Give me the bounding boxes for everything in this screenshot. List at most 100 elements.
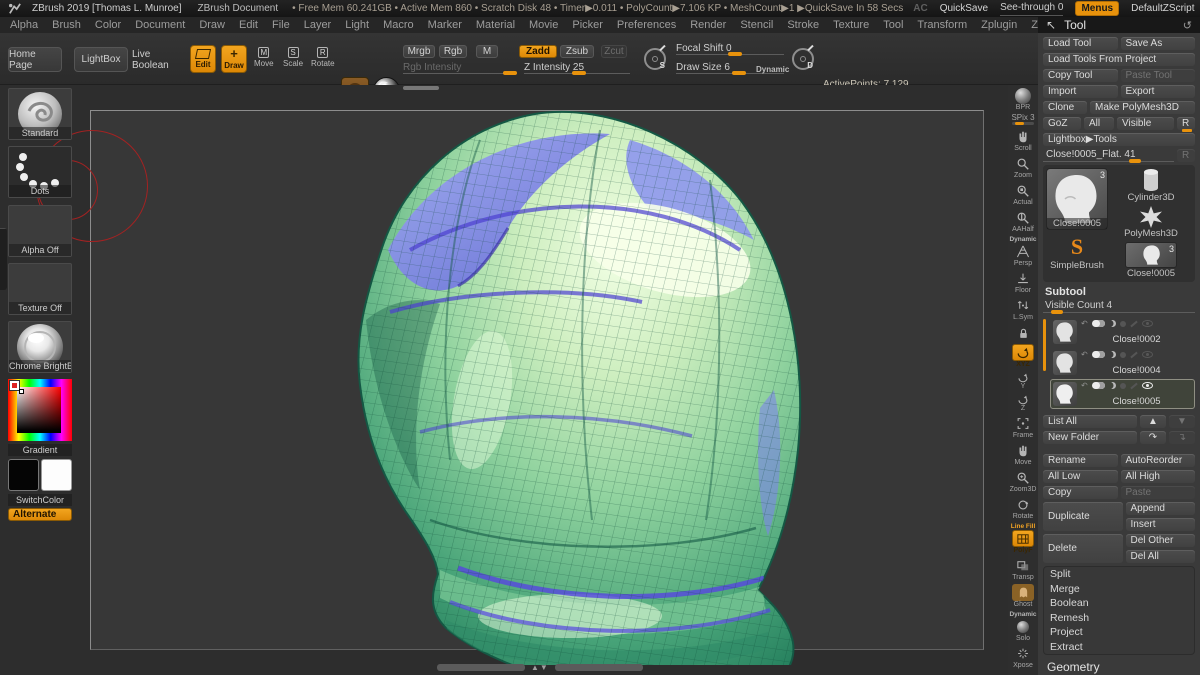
menu-item-edit[interactable]: Edit [239,19,258,31]
subtool-row[interactable]: ↶ Close!0002 [1050,317,1195,347]
autoreorder-button[interactable]: AutoReorder [1121,454,1196,467]
zadd-toggle[interactable]: Zadd [519,45,557,58]
close0005-tool[interactable]: 3 Close!0005 [1110,242,1192,279]
rgb-toggle[interactable]: Rgb [439,45,467,58]
aahalf-button[interactable]: AAHalf [1012,209,1034,233]
menu-item-preferences[interactable]: Preferences [617,19,676,31]
del-other-button[interactable]: Del Other [1126,534,1196,547]
subtool-row[interactable]: ↶ Close!0004 [1050,348,1195,378]
panel-reset-icon[interactable]: ↺ [1183,19,1192,32]
alpha-tile[interactable]: Alpha Off [8,205,72,257]
simplebrush-tool[interactable]: S SimpleBrush [1046,234,1108,271]
draw-button[interactable]: + Draw [221,45,247,73]
remesh-button[interactable]: Remesh [1044,611,1194,626]
material-tile[interactable]: Chrome BrightBl [8,321,72,373]
divider-bar-left[interactable] [437,664,525,671]
transp-button[interactable]: Transp [1012,557,1034,581]
flat-slider-handle[interactable] [1129,159,1141,163]
menu-item-stencil[interactable]: Stencil [740,19,773,31]
paste-tool-button[interactable]: Paste Tool [1121,69,1196,82]
zcut-toggle[interactable]: Zcut [601,45,627,58]
polymesh3d-tool[interactable]: PolyMesh3D [1110,206,1192,239]
pen-toggle-icon[interactable] [1130,351,1137,358]
current-stroke-tile[interactable]: Dots [8,146,72,198]
all-high-button[interactable]: All High [1121,470,1196,483]
bpr-button[interactable]: BPR [1012,87,1034,111]
menu-item-transform[interactable]: Transform [917,19,967,31]
subtool-drag-icon[interactable]: ↶ [1081,320,1088,328]
zoom3d-button[interactable]: Zoom3D [1010,469,1037,493]
polypaint-toggle-icon[interactable] [1092,351,1105,358]
menu-item-document[interactable]: Document [135,19,185,31]
polypaint-toggle-icon[interactable] [1092,320,1105,327]
draw-size-handle[interactable] [732,71,746,75]
subtool-row-selected[interactable]: ↶ Close!0005 [1050,379,1195,409]
frame-button[interactable]: Frame [1012,415,1034,439]
new-folder-button[interactable]: New Folder [1043,431,1137,444]
z-intensity-handle[interactable] [572,71,586,75]
m-toggle[interactable]: M [476,45,498,58]
focal-shift-slider[interactable]: Focal Shift 0 [676,43,784,55]
canvas-bottom-divider[interactable]: ▲▼ [437,663,643,672]
move-to-folder-button[interactable]: ↷ [1140,431,1166,444]
sphere-toggle-icon[interactable] [1120,321,1126,327]
subtool-drag-icon[interactable]: ↶ [1081,382,1088,390]
local-pivot-button[interactable] [1012,324,1034,341]
crescent-icon[interactable] [1109,351,1116,358]
xpose-button[interactable]: Xpose [1012,645,1034,669]
visibility-eye-icon[interactable] [1142,320,1153,327]
copy-button[interactable]: Copy [1043,486,1118,499]
alternate-button[interactable]: Alternate [8,508,72,521]
split-button[interactable]: Split [1044,567,1194,582]
goz-button[interactable]: GoZ [1043,117,1081,130]
defaultzscript-button[interactable]: DefaultZScript [1131,3,1194,14]
subtool-section-title[interactable]: Subtool [1045,286,1195,298]
edit-button[interactable]: Edit [190,45,216,73]
scale-button[interactable]: S Scale [283,47,303,68]
home-page-button[interactable]: Home Page [8,47,62,72]
rotate-nav-button[interactable]: Rotate [1012,496,1034,520]
merge-button[interactable]: Merge [1044,582,1194,597]
export-button[interactable]: Export [1121,85,1196,98]
boolean-button[interactable]: Boolean [1044,596,1194,611]
menu-item-movie[interactable]: Movie [529,19,558,31]
rotate-y-button[interactable]: Y [1012,371,1034,390]
panel-back-icon[interactable]: ↖ [1046,18,1056,32]
z-intensity-slider[interactable]: Z Intensity 25 [524,62,630,74]
menu-item-file[interactable]: File [272,19,290,31]
visibility-eye-icon[interactable] [1142,382,1153,389]
lightbox-tools-button[interactable]: Lightbox▶Tools [1043,133,1195,146]
menu-item-picker[interactable]: Picker [572,19,603,31]
zsub-toggle[interactable]: Zsub [560,45,594,58]
sphere-toggle-icon[interactable] [1120,383,1126,389]
rotate-z-button[interactable]: Z [1012,393,1034,412]
menu-item-texture[interactable]: Texture [833,19,869,31]
insert-button[interactable]: Insert [1126,518,1196,531]
crescent-icon[interactable] [1109,382,1116,389]
move-button[interactable]: M Move [254,47,274,68]
all-low-button[interactable]: All Low [1043,470,1118,483]
menu-item-render[interactable]: Render [690,19,726,31]
menu-item-marker[interactable]: Marker [428,19,462,31]
rgb-intensity-slider[interactable]: Rgb Intensity [403,62,517,74]
menu-item-brush[interactable]: Brush [52,19,81,31]
clone-button[interactable]: Clone [1043,101,1087,114]
focal-shift-dial[interactable]: S [644,48,666,70]
load-tool-button[interactable]: Load Tool [1043,37,1118,50]
project-button[interactable]: Project [1044,625,1194,640]
menu-item-color[interactable]: Color [95,19,121,31]
menu-item-layer[interactable]: Layer [304,19,332,31]
duplicate-button[interactable]: Duplicate [1043,502,1123,531]
main-color-swatch[interactable] [8,459,39,491]
visibility-eye-icon[interactable] [1142,351,1153,358]
spix-slider[interactable]: SPix 3 [1011,114,1034,125]
append-button[interactable]: Append [1126,502,1196,515]
flat-r-button[interactable]: R [1177,149,1195,162]
flat-intensity-slider[interactable]: Close!0005_Flat. 41 [1043,149,1174,162]
left-tray-grip[interactable] [0,228,7,290]
menu-item-alpha[interactable]: Alpha [10,19,38,31]
crescent-icon[interactable] [1109,320,1116,327]
polypaint-toggle-icon[interactable] [1092,382,1105,389]
delete-button[interactable]: Delete [1043,534,1123,563]
rotate-button[interactable]: R Rotate [311,47,335,68]
